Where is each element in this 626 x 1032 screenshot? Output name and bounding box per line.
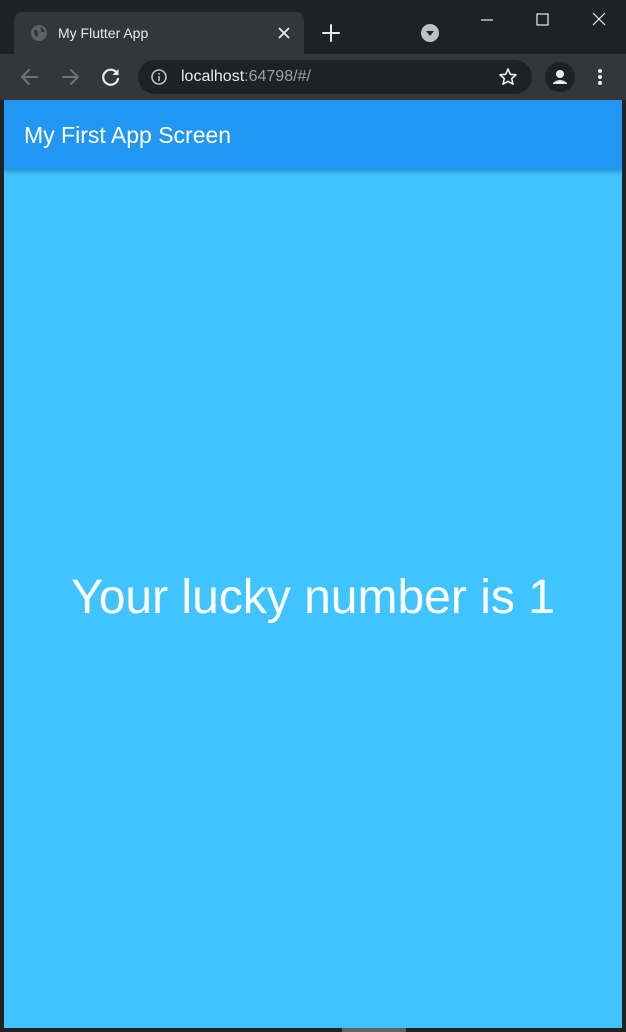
app-viewport: My First App Screen Your lucky number is… [4, 100, 622, 1028]
address-bar[interactable]: localhost:64798/#/ [138, 60, 532, 94]
url-path: :64798/#/ [244, 68, 311, 85]
person-icon[interactable] [545, 62, 575, 92]
browser-tab[interactable]: My Flutter App [14, 12, 304, 54]
browser-window: My Flutter App localhost:64798/#/ My Fir… [0, 0, 626, 1032]
minimize-icon[interactable] [470, 8, 504, 32]
arrow-left-icon[interactable] [17, 64, 43, 90]
plus-icon[interactable] [320, 22, 342, 44]
lucky-number-text: Your lucky number is 1 [71, 571, 555, 624]
app-bar: My First App Screen [4, 100, 622, 170]
close-icon[interactable] [582, 8, 616, 32]
reload-icon[interactable] [98, 64, 124, 90]
globe-icon [30, 24, 48, 42]
url-host: localhost [181, 68, 245, 85]
horizontal-scrollbar[interactable] [342, 1028, 406, 1032]
chevron-down-icon[interactable] [420, 23, 440, 43]
tab-strip: My Flutter App [0, 0, 626, 54]
info-icon[interactable] [150, 68, 168, 86]
browser-toolbar: localhost:64798/#/ [0, 54, 626, 100]
close-tab-icon[interactable] [274, 23, 294, 43]
kebab-menu-icon[interactable] [590, 64, 610, 90]
arrow-right-icon[interactable] [57, 64, 83, 90]
maximize-icon[interactable] [526, 8, 560, 32]
star-icon[interactable] [498, 67, 518, 87]
url-text: localhost:64798/#/ [181, 67, 311, 87]
app-bar-title: My First App Screen [24, 122, 232, 148]
tab-title: My Flutter App [58, 25, 149, 41]
